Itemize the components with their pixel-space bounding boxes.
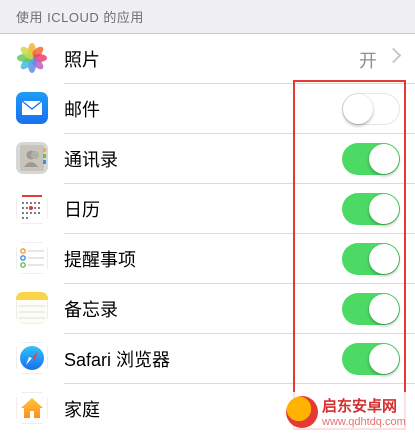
watermark-logo-icon — [286, 396, 318, 428]
row-label: 通讯录 — [64, 150, 118, 170]
photos-icon — [16, 42, 48, 74]
watermark-title: 启东安卓网 — [322, 398, 398, 415]
row-label: Safari 浏览器 — [64, 350, 171, 370]
home-icon — [16, 392, 48, 424]
row-label: 邮件 — [64, 100, 100, 120]
mail-icon — [16, 92, 48, 124]
watermark: 启东安卓网 www.qdhtdq.com — [282, 392, 415, 434]
section-header: 使用 ICLOUD 的应用 — [0, 0, 415, 33]
section-header-label: 使用 ICLOUD 的应用 — [16, 10, 144, 25]
calendar-icon — [16, 192, 48, 224]
highlight-annotation-box — [293, 80, 406, 430]
row-label: 家庭 — [64, 400, 100, 420]
watermark-url: www.qdhtdq.com — [322, 416, 406, 428]
row-label: 备忘录 — [64, 300, 118, 320]
row-label: 日历 — [64, 200, 100, 220]
reminders-icon — [16, 242, 48, 274]
row-photos[interactable]: 照片 开 — [0, 34, 415, 84]
chevron-right-icon — [385, 47, 402, 64]
row-label: 提醒事项 — [64, 250, 136, 270]
row-label: 照片 — [64, 50, 100, 70]
photos-status-value: 开 — [359, 51, 377, 71]
notes-icon — [16, 292, 48, 324]
safari-icon — [16, 342, 48, 374]
contacts-icon — [16, 142, 48, 174]
